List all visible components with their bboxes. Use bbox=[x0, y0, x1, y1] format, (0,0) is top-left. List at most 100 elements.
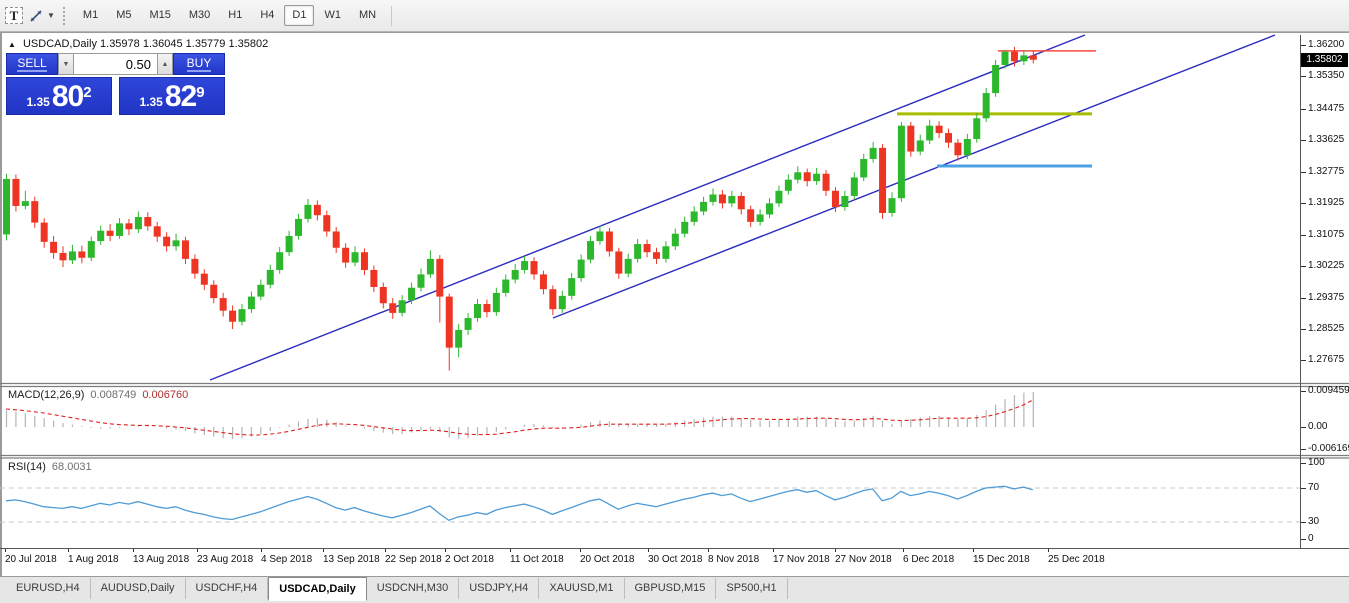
candle-body bbox=[286, 236, 293, 252]
timeframe-button-h1[interactable]: H1 bbox=[220, 5, 250, 26]
candle-body bbox=[681, 222, 688, 234]
chart-title: ▲ USDCAD,Daily 1.35978 1.36045 1.35779 1… bbox=[8, 38, 268, 50]
price-axis-label: 1.30225 bbox=[1308, 260, 1349, 272]
candle-body bbox=[31, 201, 38, 222]
time-axis-label: 15 Dec 2018 bbox=[973, 554, 1030, 565]
buy-price-display[interactable]: 1.35829 bbox=[119, 77, 225, 115]
candle-body bbox=[738, 196, 745, 209]
timeframe-button-m5[interactable]: M5 bbox=[108, 5, 139, 26]
candle-body bbox=[389, 303, 396, 313]
trendline[interactable] bbox=[210, 35, 1085, 380]
timeframe-button-m1[interactable]: M1 bbox=[75, 5, 106, 26]
candle-body bbox=[596, 231, 603, 241]
candle-body bbox=[220, 298, 227, 311]
time-axis-label: 13 Sep 2018 bbox=[323, 554, 380, 565]
double-arrow-icon bbox=[28, 8, 44, 24]
chart-tab-xauusd-m1[interactable]: XAUUSD,M1 bbox=[539, 578, 624, 599]
candle-body bbox=[154, 226, 161, 236]
chart-tab-usdcad-daily[interactable]: USDCAD,Daily bbox=[268, 577, 366, 601]
candle-body bbox=[710, 194, 717, 201]
candle-body bbox=[747, 209, 754, 222]
time-axis-label: 11 Oct 2018 bbox=[510, 554, 564, 565]
candle-body bbox=[954, 143, 961, 156]
candle-body bbox=[3, 179, 10, 235]
cursor-tool-button[interactable]: ▼ bbox=[28, 5, 55, 27]
chart-tab-sp500-h1[interactable]: SP500,H1 bbox=[716, 578, 787, 599]
candle-body bbox=[276, 252, 283, 270]
candle-body bbox=[97, 231, 104, 241]
timeframe-button-d1[interactable]: D1 bbox=[284, 5, 314, 26]
candle-body bbox=[823, 174, 830, 191]
time-axis-label: 2 Oct 2018 bbox=[445, 554, 494, 565]
candle-body bbox=[568, 278, 575, 296]
candle-body bbox=[210, 285, 217, 298]
time-axis-label: 23 Aug 2018 bbox=[197, 554, 253, 565]
timeframe-button-h4[interactable]: H4 bbox=[252, 5, 282, 26]
candle-body bbox=[728, 196, 735, 203]
macd-axis-label: 0.009459 bbox=[1308, 385, 1349, 397]
sell-price-display[interactable]: 1.35802 bbox=[6, 77, 112, 115]
timeframe-button-w1[interactable]: W1 bbox=[316, 5, 349, 26]
volume-input[interactable] bbox=[74, 53, 157, 75]
candle-body bbox=[125, 223, 132, 229]
symbol-period-label: USDCAD,Daily bbox=[23, 38, 97, 50]
candle-body bbox=[257, 285, 264, 297]
candle-body bbox=[757, 214, 764, 221]
candle-body bbox=[907, 126, 914, 152]
time-axis-label: 17 Nov 2018 bbox=[773, 554, 830, 565]
candle-body bbox=[22, 201, 29, 206]
candle-body bbox=[107, 231, 114, 236]
candle-body bbox=[144, 217, 151, 226]
macd-axis-label: -0.006169 bbox=[1308, 443, 1349, 455]
candle-body bbox=[973, 118, 980, 139]
candle-body bbox=[813, 174, 820, 181]
price-axis-label: 1.28525 bbox=[1308, 323, 1349, 335]
candle-body bbox=[860, 159, 867, 178]
buy-button[interactable]: BUY bbox=[173, 53, 225, 75]
chevron-down-icon[interactable]: ▼ bbox=[47, 11, 55, 20]
chart-tab-usdchf-h4[interactable]: USDCHF,H4 bbox=[186, 578, 269, 599]
time-axis-label: 1 Aug 2018 bbox=[68, 554, 119, 565]
candle-body bbox=[333, 231, 340, 247]
candle-body bbox=[408, 288, 415, 301]
volume-decrease-button[interactable]: ▼ bbox=[58, 53, 74, 75]
text-tool-button[interactable]: T bbox=[3, 5, 25, 27]
rsi-label: RSI(14)68.0031 bbox=[8, 461, 92, 473]
macd-label: MACD(12,26,9)0.0087490.006760 bbox=[8, 389, 188, 401]
candle-body bbox=[229, 311, 236, 322]
time-axis-label: 13 Aug 2018 bbox=[133, 554, 189, 565]
candle-body bbox=[615, 251, 622, 273]
trendline[interactable] bbox=[553, 35, 1275, 318]
candle-body bbox=[606, 231, 613, 251]
rsi-axis-label: 70 bbox=[1308, 482, 1349, 494]
chart-tab-usdjpy-h4[interactable]: USDJPY,H4 bbox=[459, 578, 539, 599]
sell-button[interactable]: SELL bbox=[6, 53, 58, 75]
candle-body bbox=[804, 172, 811, 181]
timeframe-button-m15[interactable]: M15 bbox=[141, 5, 178, 26]
candle-body bbox=[455, 330, 462, 348]
candle-body bbox=[182, 240, 189, 258]
volume-increase-button[interactable]: ▲ bbox=[157, 53, 173, 75]
candle-body bbox=[540, 274, 547, 289]
chart-tab-eurusd-h4[interactable]: EURUSD,H4 bbox=[6, 578, 91, 599]
candle-body bbox=[775, 191, 782, 204]
collapse-arrow-icon[interactable]: ▲ bbox=[8, 40, 16, 49]
candle-body bbox=[983, 93, 990, 118]
candle-body bbox=[88, 241, 95, 258]
candle-body bbox=[521, 261, 528, 270]
chart-tab-audusd-daily[interactable]: AUDUSD,Daily bbox=[91, 578, 186, 599]
chart-tab-gbpusd-m15[interactable]: GBPUSD,M15 bbox=[625, 578, 717, 599]
chart-tab-usdcnh-m30[interactable]: USDCNH,M30 bbox=[367, 578, 460, 599]
time-axis-label: 22 Sep 2018 bbox=[385, 554, 442, 565]
candle-body bbox=[342, 248, 349, 263]
timeframe-button-mn[interactable]: MN bbox=[351, 5, 384, 26]
time-axis-label: 4 Sep 2018 bbox=[261, 554, 312, 565]
toolbar-grip[interactable] bbox=[63, 7, 68, 25]
price-axis-label: 1.31925 bbox=[1308, 197, 1349, 209]
timeframe-button-m30[interactable]: M30 bbox=[181, 5, 218, 26]
candle-body bbox=[531, 261, 538, 274]
candle-body bbox=[60, 253, 67, 260]
candle-body bbox=[370, 270, 377, 287]
candle-body bbox=[512, 270, 519, 280]
candle-body bbox=[248, 297, 255, 310]
